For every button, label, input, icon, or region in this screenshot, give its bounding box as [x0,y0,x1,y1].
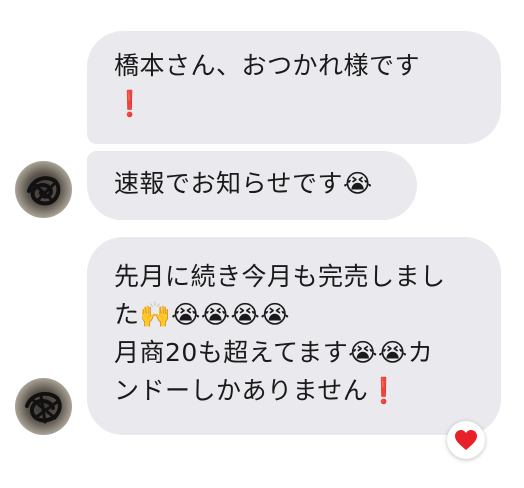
reaction-badge[interactable] [447,421,485,459]
heart-icon [455,430,477,450]
message-bubble-2[interactable]: 速報でお知らせです😭 [87,151,417,220]
message-line: 速報でお知らせです😭 [114,169,373,198]
message-line: 橋本さん、おつかれ様です [114,51,421,80]
chat-thread: 橋本さん、おつかれ様です ❗ 速報でお知らせです😭 先月に続き今月も完売しまし … [0,0,524,488]
avatar[interactable] [15,378,72,435]
message-bubble-1[interactable]: 橋本さん、おつかれ様です ❗ [87,31,501,144]
avatar[interactable] [15,161,72,218]
message-line: 月商20も超えてます😭😭カ [114,338,434,367]
message-line: 先月に続き今月も完売しまし [114,262,446,291]
message-line: ❗ [114,89,146,118]
message-line: ンドーしかありません❗ [114,376,400,405]
avatar-scribble-icon [25,391,62,424]
message-line: た🙌😭😭😭😭 [114,300,290,329]
avatar-scribble-icon [27,176,61,206]
message-bubble-3[interactable]: 先月に続き今月も完売しまし た🙌😭😭😭😭 月商20も超えてます😭😭カ ンドーしか… [87,237,501,435]
